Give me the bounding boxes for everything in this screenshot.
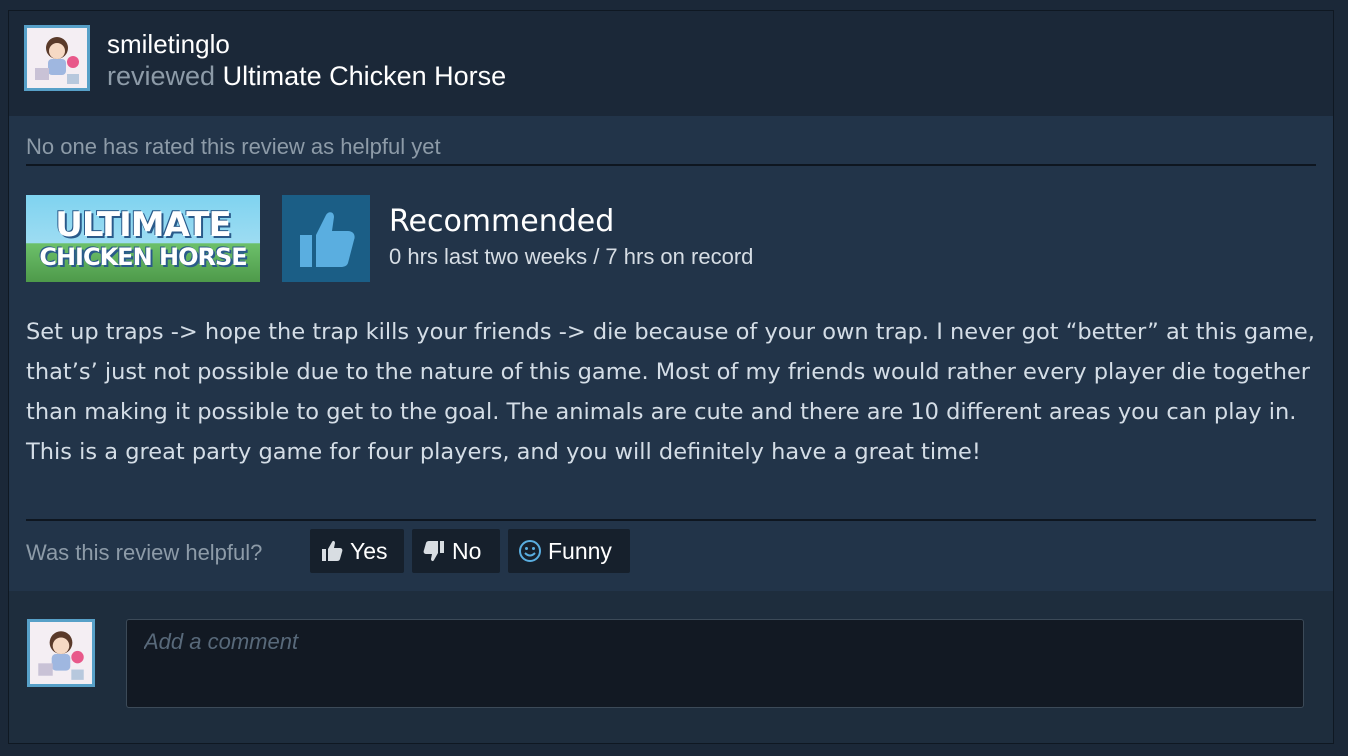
vote-no-button[interactable]: No bbox=[412, 529, 500, 573]
reviewed-line: reviewed Ultimate Chicken Horse bbox=[107, 61, 506, 92]
recommendation-verdict: Recommended bbox=[389, 204, 615, 239]
review-text: Set up traps -> hope the trap kills your… bbox=[26, 319, 1315, 465]
vote-funny-button[interactable]: Funny bbox=[508, 529, 630, 573]
game-name-link[interactable]: Ultimate Chicken Horse bbox=[223, 61, 507, 91]
vote-yes-label: Yes bbox=[350, 537, 388, 564]
helpful-count-text: No one has rated this review as helpful … bbox=[26, 134, 441, 159]
playtime-hours: 0 hrs last two weeks / 7 hrs on record bbox=[389, 244, 754, 269]
vote-yes-button[interactable]: Yes bbox=[310, 529, 404, 573]
banner-title-line1: ULTIMATE bbox=[55, 205, 231, 245]
reviewed-label: reviewed bbox=[107, 61, 216, 91]
thumbs-up-icon bbox=[322, 540, 343, 561]
divider bbox=[26, 519, 1316, 521]
recommended-thumb-box bbox=[282, 195, 370, 282]
banner-title-line2: CHICKEN HORSE bbox=[39, 243, 247, 271]
thumbs-up-icon bbox=[300, 211, 355, 267]
review-body: No one has rated this review as helpful … bbox=[9, 116, 1333, 591]
comment-input[interactable] bbox=[127, 620, 1303, 664]
helpful-question: Was this review helpful? bbox=[26, 540, 263, 565]
thumbs-down-icon bbox=[423, 541, 444, 562]
review-card: smiletinglo reviewed Ultimate Chicken Ho… bbox=[8, 10, 1334, 744]
user-avatar[interactable] bbox=[24, 25, 90, 91]
review-header: smiletinglo reviewed Ultimate Chicken Ho… bbox=[9, 11, 1333, 116]
commenter-avatar[interactable] bbox=[27, 619, 95, 687]
vote-funny-label: Funny bbox=[548, 537, 612, 564]
vote-no-label: No bbox=[452, 537, 482, 564]
divider bbox=[26, 164, 1316, 166]
reviewer-username[interactable]: smiletinglo bbox=[107, 29, 230, 60]
comment-box[interactable] bbox=[126, 619, 1304, 708]
game-banner[interactable]: ULTIMATE CHICKEN HORSE bbox=[26, 195, 260, 282]
smiley-icon bbox=[519, 540, 541, 562]
